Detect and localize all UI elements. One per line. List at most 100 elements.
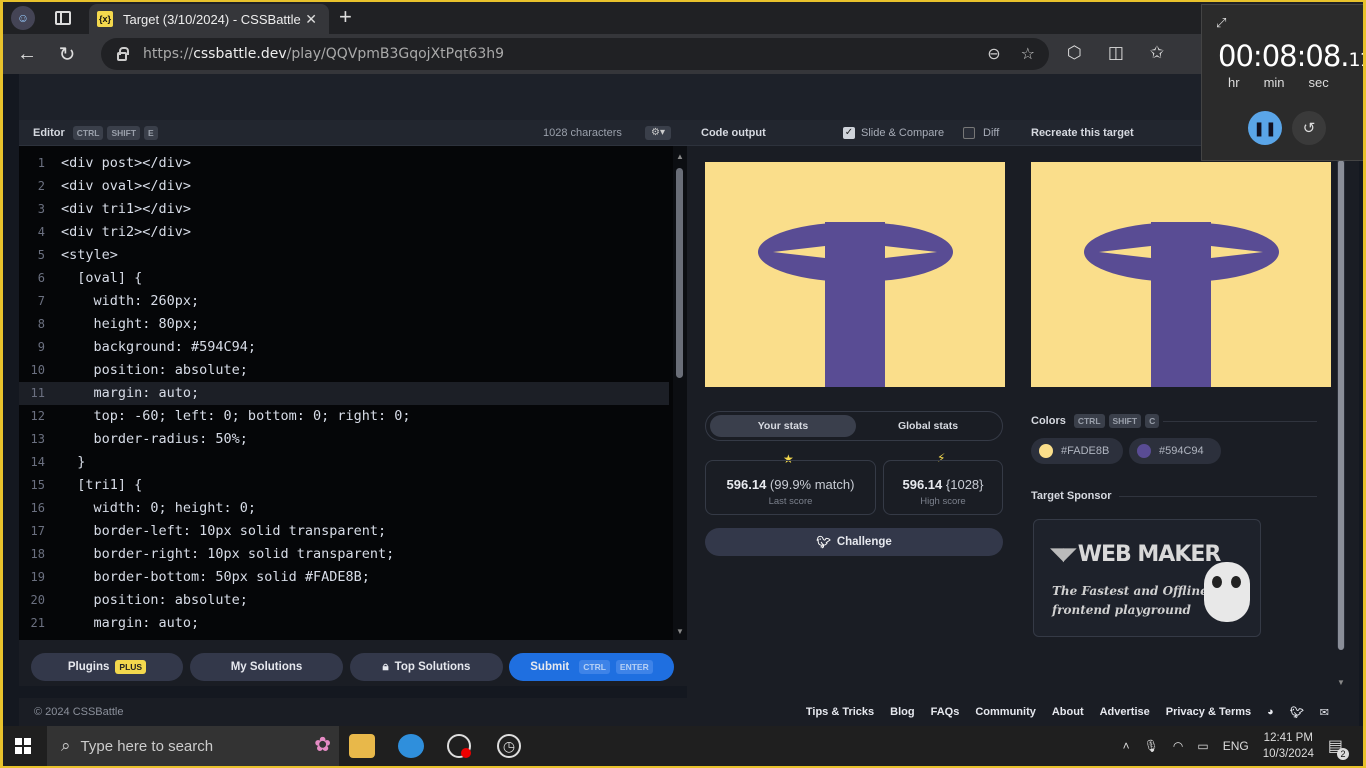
edge-browser-icon[interactable] bbox=[398, 734, 424, 758]
clock-app-icon[interactable]: ◷ bbox=[497, 734, 521, 758]
battery-icon[interactable]: ▭ bbox=[1197, 739, 1208, 753]
code-line[interactable]: 14 } bbox=[19, 451, 669, 474]
clock[interactable]: 12:41 PM 10/3/2024 bbox=[1263, 730, 1314, 762]
tab-your-stats[interactable]: Your stats bbox=[710, 415, 856, 437]
back-icon[interactable]: ← bbox=[7, 43, 47, 66]
footer-link[interactable]: Blog bbox=[890, 706, 914, 718]
profile-avatar[interactable]: ☺ bbox=[11, 6, 35, 30]
url-field[interactable]: https://cssbattle.dev/play/QQVpmB3GqojXt… bbox=[101, 38, 1049, 70]
reload-icon[interactable]: ↻ bbox=[47, 42, 87, 67]
zoom-icon[interactable]: ⊖ bbox=[987, 44, 1000, 64]
footer-link[interactable]: About bbox=[1052, 706, 1084, 718]
favorite-star-icon[interactable]: ☆ bbox=[1021, 44, 1035, 64]
code-line[interactable]: 8 height: 80px; bbox=[19, 313, 669, 336]
browser-tab[interactable]: {x} Target (3/10/2024) - CSSBattle ✕ bbox=[89, 4, 329, 34]
code-line[interactable]: 2 <div oval></div> bbox=[19, 175, 669, 198]
clock-time: 12:41 PM bbox=[1263, 732, 1313, 744]
char-count: 1028 characters bbox=[543, 126, 622, 139]
editor-scrollbar-thumb[interactable] bbox=[676, 168, 683, 378]
code-text: [tri1] { bbox=[61, 477, 143, 493]
code-line[interactable]: 4 <div tri2></div> bbox=[19, 221, 669, 244]
extensions-icon[interactable]: ⬡ bbox=[1067, 43, 1082, 63]
reset-button[interactable]: ↺ bbox=[1292, 111, 1326, 145]
code-line[interactable]: 1 <div post></div> bbox=[19, 152, 669, 175]
colors-row: Colors CTRL SHIFT C bbox=[1031, 414, 1160, 428]
line-number: 20 bbox=[30, 593, 45, 607]
tab-close-icon[interactable]: ✕ bbox=[305, 11, 317, 28]
line-number: 7 bbox=[37, 294, 45, 308]
footer-link[interactable]: Privacy & Terms bbox=[1166, 706, 1251, 718]
tab-title: Target (3/10/2024) - CSSBattle bbox=[123, 11, 301, 27]
code-line[interactable]: 17 border-left: 10px solid transparent; bbox=[19, 520, 669, 543]
plugins-button[interactable]: Plugins PLUS bbox=[31, 653, 183, 681]
scroll-up-icon[interactable]: ▲ bbox=[676, 152, 684, 161]
mail-icon[interactable]: ✉ bbox=[1320, 706, 1329, 719]
file-explorer-icon[interactable] bbox=[349, 734, 375, 758]
output-header: Code output ✓ Slide & Compare Diff bbox=[687, 120, 1017, 146]
split-screen-icon[interactable]: ◫ bbox=[1108, 43, 1124, 63]
code-line[interactable]: 21 margin: auto; bbox=[19, 612, 669, 635]
kbd-shift: SHIFT bbox=[107, 125, 141, 140]
url-text: https://cssbattle.dev/play/QQVpmB3GqojXt… bbox=[143, 46, 505, 62]
language-indicator[interactable]: ENG bbox=[1223, 739, 1249, 753]
editor-scrollbar[interactable]: ▲ ▼ bbox=[673, 146, 687, 640]
code-line[interactable]: 18 border-right: 10px solid transparent; bbox=[19, 543, 669, 566]
code-line[interactable]: 12 top: -60; left: 0; bottom: 0; right: … bbox=[19, 405, 669, 428]
footer-link[interactable]: Community bbox=[975, 706, 1036, 718]
screen-recorder-icon[interactable] bbox=[447, 734, 471, 758]
taskbar-search[interactable]: ⌕ Type here to search ✿ bbox=[47, 726, 339, 766]
code-line[interactable]: 11 margin: auto; bbox=[19, 382, 669, 405]
colors-label: Colors bbox=[1031, 415, 1066, 427]
code-line[interactable]: 16 width: 0; height: 0; bbox=[19, 497, 669, 520]
code-line[interactable]: 5 <style> bbox=[19, 244, 669, 267]
submit-button[interactable]: Submit CTRL ENTER bbox=[509, 653, 674, 681]
editor-settings-gear-icon[interactable]: ⚙▾ bbox=[645, 125, 671, 140]
windows-start-icon[interactable] bbox=[15, 738, 31, 754]
screen: ☺ {x} Target (3/10/2024) - CSSBattle ✕ +… bbox=[3, 2, 1363, 766]
target-scrollbar[interactable] bbox=[1337, 150, 1345, 650]
scroll-down-icon[interactable]: ▼ bbox=[676, 627, 684, 636]
tab-actions-icon[interactable] bbox=[55, 11, 71, 25]
tab-global-stats[interactable]: Global stats bbox=[856, 415, 1000, 437]
high-score-label: High score bbox=[920, 496, 966, 507]
code-line[interactable]: 15 [tri1] { bbox=[19, 474, 669, 497]
code-line[interactable]: 7 width: 260px; bbox=[19, 290, 669, 313]
notifications-icon[interactable]: ▤ 2 bbox=[1328, 736, 1349, 760]
code-line[interactable]: 10 position: absolute; bbox=[19, 359, 669, 382]
discord-icon[interactable]: ◕ bbox=[1267, 706, 1274, 718]
my-solutions-button[interactable]: My Solutions bbox=[190, 653, 343, 681]
code-output-canvas[interactable] bbox=[705, 162, 1005, 387]
tab-bar: ☺ {x} Target (3/10/2024) - CSSBattle ✕ + bbox=[3, 2, 1363, 34]
pause-button[interactable]: ❚❚ bbox=[1248, 111, 1282, 145]
target-scrollbar-thumb[interactable] bbox=[1338, 160, 1344, 650]
microphone-icon[interactable]: 🎙︎ bbox=[1144, 739, 1159, 753]
color-swatch-594c94[interactable]: #594C94 bbox=[1129, 438, 1221, 464]
footer-link[interactable]: Advertise bbox=[1100, 706, 1150, 718]
slide-compare-checkbox[interactable]: ✓ bbox=[843, 126, 855, 139]
footer-link[interactable]: FAQs bbox=[931, 706, 960, 718]
challenge-button[interactable]: 🐦︎ Challenge bbox=[705, 528, 1003, 556]
code-text: <div post></div> bbox=[61, 155, 192, 171]
code-line[interactable]: 6 [oval] { bbox=[19, 267, 669, 290]
reset-icon: ↺ bbox=[1302, 120, 1316, 137]
code-editor[interactable]: ▲ ▼ 1 <div post></div> 2 <div oval></div> 3 <… bbox=[19, 146, 687, 640]
twitter-icon[interactable]: 🐦︎ bbox=[1290, 706, 1304, 719]
expand-icon[interactable]: ⤢ bbox=[1216, 15, 1226, 31]
code-line[interactable]: 3 <div tri1></div> bbox=[19, 198, 669, 221]
footer-link[interactable]: Tips & Tricks bbox=[806, 706, 874, 718]
color-swatch-fade8b[interactable]: #FADE8B bbox=[1031, 438, 1123, 464]
chevron-up-icon[interactable]: ˄ bbox=[1123, 739, 1130, 753]
sponsor-card[interactable]: ◥◤ WEB MAKER The Fastest and Offline fro… bbox=[1033, 519, 1261, 637]
new-tab-icon[interactable]: + bbox=[339, 6, 352, 28]
scroll-down-icon[interactable]: ▼ bbox=[1337, 678, 1345, 687]
code-line[interactable]: 9 background: #594C94; bbox=[19, 336, 669, 359]
diff-checkbox[interactable] bbox=[963, 126, 975, 139]
kbd-c: C bbox=[1145, 414, 1160, 428]
code-line[interactable]: 19 border-bottom: 50px solid #FADE8B; bbox=[19, 566, 669, 589]
code-line[interactable]: 20 position: absolute; bbox=[19, 589, 669, 612]
code-line[interactable]: 13 border-radius: 50%; bbox=[19, 428, 669, 451]
top-solutions-button[interactable]: 🔒︎ Top Solutions bbox=[350, 653, 503, 681]
wifi-icon[interactable]: ◠ bbox=[1173, 739, 1183, 753]
kbd-ctrl: CTRL bbox=[72, 125, 104, 140]
favorites-icon[interactable]: ✩ bbox=[1150, 43, 1164, 63]
